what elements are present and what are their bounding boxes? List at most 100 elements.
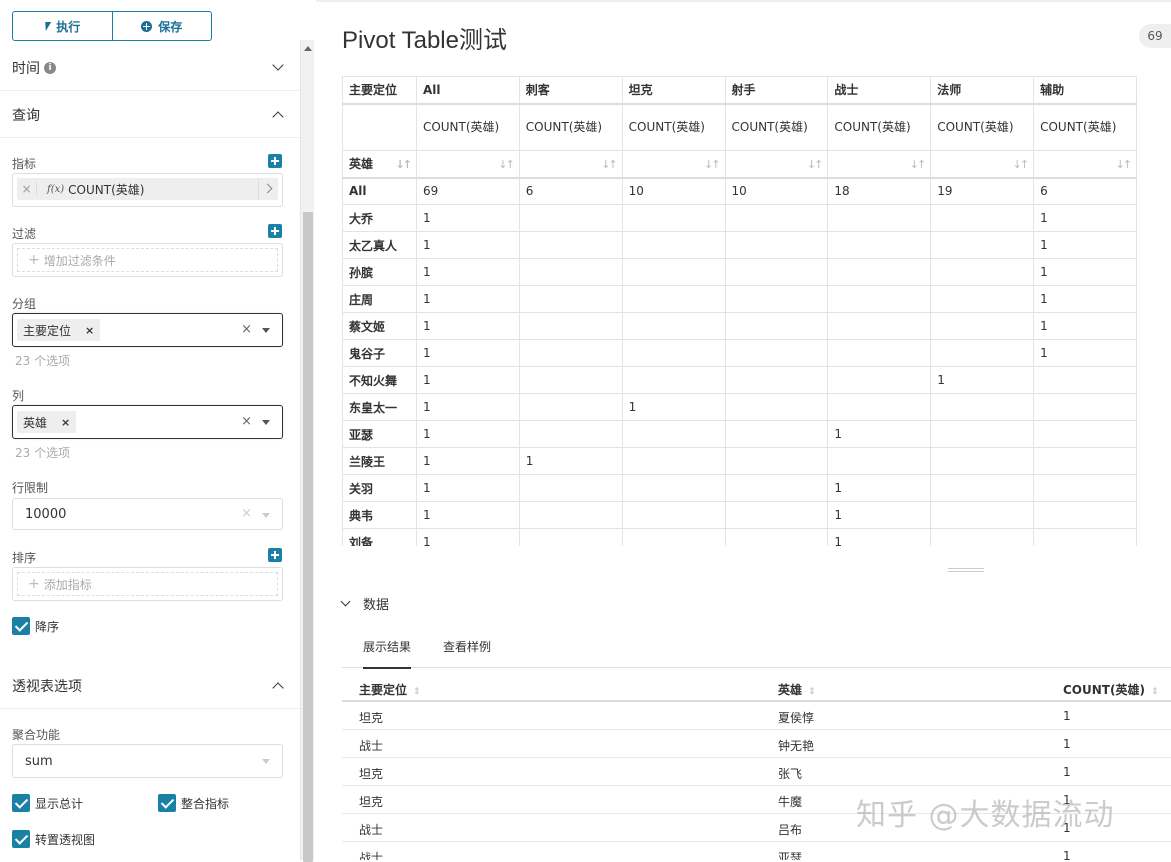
checkbox-checked-icon[interactable] [12, 617, 30, 635]
metric-chip[interactable]: × f(x) COUNT(英雄) [17, 178, 278, 200]
pivot-row: 东皇太一 1 1 [342, 393, 1137, 421]
add-metric-icon[interactable] [268, 154, 282, 168]
pivot-cell [930, 204, 1035, 232]
pivot-cell: 1 [415, 366, 520, 394]
remove-tag-icon[interactable]: × [85, 324, 94, 337]
pivot-header-row: 主要定位 All 刺客 坦克 射手 战士 法师 辅助 [342, 76, 1137, 105]
pivot-cell [621, 420, 726, 448]
pivot-cell [724, 474, 829, 502]
pivot-cell [621, 474, 726, 502]
pivot-row: 蔡文姬 1 1 [342, 312, 1137, 340]
agg-select[interactable]: sum [12, 744, 283, 778]
column-header[interactable]: 英雄 ⇕ [778, 681, 816, 698]
caret-down-icon[interactable] [262, 420, 270, 425]
group-select[interactable]: 主要定位 × × [12, 313, 283, 347]
sort-field: + 添加指标 [12, 567, 283, 601]
pivot-table: 主要定位 All 刺客 坦克 射手 战士 法师 辅助 COUNT(英雄) COUNT(英雄) COU… [342, 76, 1137, 546]
section-time[interactable]: 时间 i [0, 45, 300, 91]
pivot-cell [621, 447, 726, 475]
columns-select[interactable]: 英雄 × × [12, 405, 283, 439]
pivot-cell [1033, 393, 1137, 421]
caret-down-icon[interactable] [262, 328, 270, 333]
metrics-field: × f(x) COUNT(英雄) [12, 173, 283, 207]
save-button[interactable]: 保存 [111, 12, 212, 40]
clear-icon[interactable]: × [241, 322, 252, 337]
add-sort-button[interactable]: + 添加指标 [17, 572, 278, 596]
pivot-cell: 1 [415, 528, 520, 546]
add-filter-button[interactable]: + 增加过滤条件 [17, 248, 278, 272]
sort-icon[interactable]: ⇕ [808, 687, 816, 697]
pivot-cell [930, 528, 1035, 546]
pivot-cell: 1 [1033, 258, 1137, 286]
caret-down-icon[interactable] [262, 759, 270, 764]
remove-tag-icon[interactable]: × [61, 416, 70, 429]
sort-icon[interactable]: ⇕ [1151, 687, 1159, 697]
pivot-sort-cell: ↓↑ [415, 150, 520, 179]
sort-icon[interactable]: ↓↑ [1116, 158, 1133, 171]
sort-icon[interactable]: ↓↑ [1013, 158, 1030, 171]
pivot-cell [930, 231, 1035, 259]
scrollbar-thumb[interactable] [303, 212, 313, 862]
pivot-cell [621, 231, 726, 259]
tab-results[interactable]: 展示结果 [363, 638, 412, 669]
clear-icon[interactable]: × [241, 506, 252, 521]
resize-handle[interactable] [948, 568, 984, 572]
checkbox-checked-icon[interactable] [158, 794, 176, 812]
sort-icon[interactable]: ↓↑ [601, 158, 618, 171]
column-header[interactable]: 主要定位 ⇕ [359, 681, 421, 698]
info-icon[interactable]: i [44, 61, 56, 74]
section-pivot-options[interactable]: 透视表选项 [0, 663, 300, 709]
pivot-cell: 18 [827, 177, 932, 205]
chevron-right-icon[interactable] [258, 178, 278, 200]
add-filter-icon[interactable] [268, 224, 282, 238]
table-cell: 战士 [359, 851, 384, 860]
column-header[interactable]: COUNT(英雄) ⇕ [1063, 681, 1159, 698]
plus-circle-icon [141, 20, 153, 32]
remove-icon[interactable]: × [17, 182, 37, 196]
checkbox-checked-icon[interactable] [12, 830, 30, 848]
pivot-column-header: 法师 [930, 76, 1035, 105]
pivot-cell: 1 [415, 501, 520, 529]
combine-metrics-checkbox[interactable]: 整合指标 [158, 794, 229, 812]
sort-icon[interactable]: ↓↑ [396, 158, 413, 171]
chart-title: Pivot Table测试 [342, 27, 507, 54]
show-total-checkbox[interactable]: 显示总计 [12, 794, 83, 812]
pivot-cell: 6 [1033, 177, 1137, 205]
pivot-row-header: 兰陵王 [342, 447, 417, 475]
table-cell: 1 [1063, 737, 1071, 751]
sort-icon[interactable]: ↓↑ [498, 158, 515, 171]
pivot-row-header: All [342, 177, 417, 205]
left-scrollbar[interactable] [300, 40, 314, 862]
section-query[interactable]: 查询 [0, 92, 300, 138]
add-sort-icon[interactable] [268, 548, 282, 562]
pivot-cell: 1 [415, 312, 520, 340]
filter-label: 过滤 [12, 227, 37, 241]
columns-tag[interactable]: 英雄 × [17, 411, 77, 433]
pivot-cell [518, 528, 623, 546]
tab-samples[interactable]: 查看样例 [443, 638, 491, 667]
pivot-table-container[interactable]: 主要定位 All 刺客 坦克 射手 战士 法师 辅助 COUNT(英雄) COUNT(英雄) COU… [342, 76, 1137, 546]
pivot-row: 刘备 1 1 [342, 528, 1137, 546]
pivot-row-header: 孙膑 [342, 258, 417, 286]
pivot-row: All 69 6 10 10 18 19 6 [342, 177, 1137, 205]
sort-icon[interactable]: ↓↑ [704, 158, 721, 171]
caret-down-icon[interactable] [262, 513, 270, 518]
pivot-column-header: 射手 [724, 76, 829, 105]
run-button[interactable]: 执行 [13, 12, 112, 40]
group-tag[interactable]: 主要定位 × [17, 319, 101, 341]
pivot-cell [518, 393, 623, 421]
transpose-checkbox[interactable]: 转置透视图 [12, 830, 95, 848]
pivot-row-header: 典韦 [342, 501, 417, 529]
sort-icon[interactable]: ↓↑ [910, 158, 927, 171]
pivot-corner-empty [342, 103, 417, 151]
row-limit-select[interactable]: 10000 × [12, 498, 283, 530]
pivot-cell: 1 [415, 393, 520, 421]
descending-checkbox[interactable]: 降序 [12, 617, 59, 635]
data-panel-toggle[interactable]: 数据 [340, 594, 389, 613]
checkbox-checked-icon[interactable] [12, 794, 30, 812]
clear-icon[interactable]: × [241, 414, 252, 429]
sort-icon[interactable]: ↓↑ [807, 158, 824, 171]
column-header-label: 主要定位 [359, 683, 408, 697]
scroll-up-icon[interactable] [304, 46, 312, 51]
sort-icon[interactable]: ⇕ [413, 687, 421, 697]
